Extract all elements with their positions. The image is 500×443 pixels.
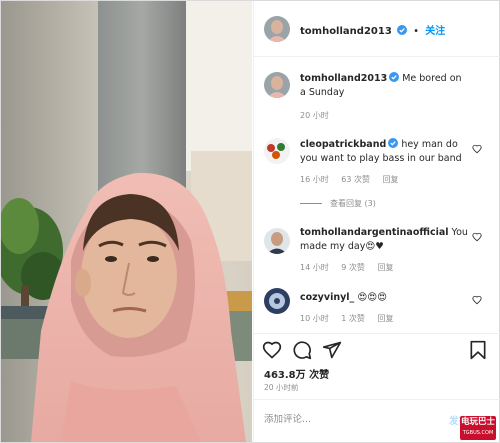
comment-time: 10 小时 (300, 314, 329, 323)
caption-meta: 20 小时 (300, 110, 339, 121)
reply-button[interactable]: 回复 (377, 263, 393, 272)
post-time: 20 小时前 (264, 383, 299, 392)
bookmark-icon[interactable] (468, 340, 488, 360)
comment-icon[interactable] (292, 340, 312, 360)
comments-list[interactable]: tomholland2013 Me bored on a Sunday 20 小… (254, 58, 500, 332)
comment-time: 16 小时 (300, 175, 329, 184)
reply-button[interactable]: 回复 (377, 314, 393, 323)
watermark-logo: 电玩巴士 TGBUS.COM (460, 416, 496, 440)
comment-meta: 16 小时 63 次赞 回复 (300, 174, 409, 185)
comment-username[interactable]: cozyvinyl_ (300, 292, 354, 303)
comment-text: 😍😍😍 (357, 292, 388, 303)
verified-badge-icon (388, 138, 399, 148)
comment-likes[interactable]: 9 次赞 (341, 263, 365, 272)
post-header: tomholland2013 • 关注 (254, 1, 500, 57)
follow-button[interactable]: 关注 (425, 26, 445, 37)
likes-count[interactable]: 463.8万 次赞 (264, 366, 329, 381)
author-username[interactable]: tomholland2013 (300, 26, 392, 37)
heart-icon[interactable] (472, 232, 482, 242)
comment-username[interactable]: cleopatrickband (300, 139, 386, 150)
watermark-title: 电玩巴士 (460, 417, 495, 427)
view-replies-button[interactable]: 查看回复 (3) (300, 198, 376, 209)
reply-button[interactable]: 回复 (383, 175, 399, 184)
author-avatar[interactable] (264, 16, 290, 42)
comment-username[interactable]: tomhollandargentinaofficial (300, 227, 449, 238)
caption-username[interactable]: tomholland2013 (300, 73, 387, 84)
comment-meta: 14 小时 9 次赞 回复 (300, 262, 403, 273)
heart-icon[interactable] (472, 295, 482, 305)
header-separator: • (413, 26, 420, 37)
header-line: tomholland2013 • 关注 (300, 22, 445, 37)
caption-author-avatar[interactable] (264, 72, 290, 98)
post-actions: 463.8万 次赞 20 小时前 (254, 333, 500, 397)
comment-time: 14 小时 (300, 263, 329, 272)
heart-icon[interactable] (472, 144, 482, 154)
comment-likes[interactable]: 1 次赞 (341, 314, 365, 323)
caption-time: 20 小时 (300, 111, 329, 120)
comment-avatar[interactable] (264, 228, 290, 254)
heart-icon[interactable] (262, 340, 282, 360)
caption: tomholland2013 Me bored on a Sunday (300, 72, 470, 100)
comment-input[interactable] (264, 414, 444, 425)
view-replies-label: 查看回复 (3) (330, 199, 376, 208)
comment-likes[interactable]: 63 次赞 (341, 175, 370, 184)
post-sidebar: tomholland2013 • 关注 tomholland2013 Me bo… (253, 1, 500, 442)
comment-avatar[interactable] (264, 138, 290, 164)
comment: cozyvinyl_ 😍😍😍 (300, 291, 470, 305)
post-photo[interactable] (1, 1, 252, 442)
verified-badge-icon (389, 72, 400, 82)
watermark-subtitle: TGBUS.COM (462, 430, 494, 436)
share-icon[interactable] (322, 340, 342, 360)
comment-avatar[interactable] (264, 288, 290, 314)
replies-divider (300, 203, 322, 204)
verified-badge-icon (396, 25, 407, 35)
comment: cleopatrickband hey man do you want to p… (300, 138, 470, 166)
comment: tomhollandargentinaofficial You made my … (300, 226, 470, 254)
comment-meta: 10 小时 1 次赞 回复 (300, 313, 403, 324)
